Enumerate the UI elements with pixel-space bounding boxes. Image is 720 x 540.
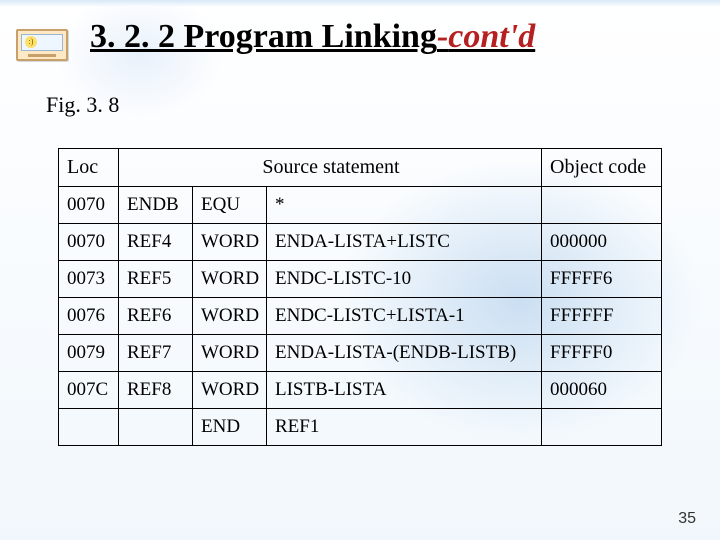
top-stripe: [0, 0, 720, 6]
cell-op: END: [193, 409, 267, 446]
title-cont: cont'd: [448, 18, 535, 55]
cell-obj: FFFFF0: [542, 335, 662, 372]
cell-obj: FFFFF6: [542, 261, 662, 298]
cell-label: [119, 409, 193, 446]
cell-op: WORD: [193, 335, 267, 372]
title-main: 3. 2. 2 Program Linking: [90, 18, 437, 55]
cell-operand: ENDC-LISTC-10: [267, 261, 542, 298]
cell-operand: ENDA-LISTA+LISTC: [267, 224, 542, 261]
logo-computer: :): [12, 26, 72, 64]
cell-label: REF4: [119, 224, 193, 261]
table-row: 0070REF4WORDENDA-LISTA+LISTC000000: [59, 224, 662, 261]
title-sep: -: [437, 18, 448, 55]
cell-operand: *: [267, 187, 542, 224]
cell-label: REF6: [119, 298, 193, 335]
cell-operand: ENDA-LISTA-(ENDB-LISTB): [267, 335, 542, 372]
table-row: 0076REF6WORDENDC-LISTC+LISTA-1FFFFFF: [59, 298, 662, 335]
cell-label: REF5: [119, 261, 193, 298]
cell-operand: ENDC-LISTC+LISTA-1: [267, 298, 542, 335]
cell-loc: 0070: [59, 187, 119, 224]
header-loc: Loc: [59, 149, 119, 187]
cell-label: REF7: [119, 335, 193, 372]
cell-operand: LISTB-LISTA: [267, 372, 542, 409]
cell-op: WORD: [193, 298, 267, 335]
cell-loc: 0079: [59, 335, 119, 372]
table-row: 0070ENDBEQU*: [59, 187, 662, 224]
cell-obj: [542, 187, 662, 224]
cell-obj: 000000: [542, 224, 662, 261]
assembly-table: Loc Source statement Object code 0070END…: [58, 148, 662, 446]
table-row: 0073REF5WORDENDC-LISTC-10FFFFF6: [59, 261, 662, 298]
table-row: 007CREF8WORDLISTB-LISTA000060: [59, 372, 662, 409]
cell-obj: FFFFFF: [542, 298, 662, 335]
cell-op: EQU: [193, 187, 267, 224]
cell-loc: 0070: [59, 224, 119, 261]
cell-label: ENDB: [119, 187, 193, 224]
cell-obj: 000060: [542, 372, 662, 409]
smiley-icon: :): [25, 36, 37, 48]
table: Loc Source statement Object code 0070END…: [58, 148, 662, 446]
computer-icon: :): [16, 29, 68, 61]
cell-loc: 0073: [59, 261, 119, 298]
table-row: 0079REF7WORDENDA-LISTA-(ENDB-LISTB)FFFFF…: [59, 335, 662, 372]
cell-loc: 007C: [59, 372, 119, 409]
cell-op: WORD: [193, 261, 267, 298]
cell-loc: 0076: [59, 298, 119, 335]
title-wrap: 3. 2. 2 Program Linking-cont'd: [90, 18, 690, 55]
cell-obj: [542, 409, 662, 446]
slide: :) 3. 2. 2 Program Linking-cont'd Fig. 3…: [0, 0, 720, 540]
figure-label: Fig. 3. 8: [46, 92, 119, 118]
header-object: Object code: [542, 149, 662, 187]
cell-loc: [59, 409, 119, 446]
table-header-row: Loc Source statement Object code: [59, 149, 662, 187]
cell-label: REF8: [119, 372, 193, 409]
page-number: 35: [678, 510, 696, 528]
header-source: Source statement: [119, 149, 542, 187]
slide-title: 3. 2. 2 Program Linking-cont'd: [90, 18, 535, 55]
cell-op: WORD: [193, 372, 267, 409]
cell-operand: REF1: [267, 409, 542, 446]
cell-op: WORD: [193, 224, 267, 261]
table-row: ENDREF1: [59, 409, 662, 446]
